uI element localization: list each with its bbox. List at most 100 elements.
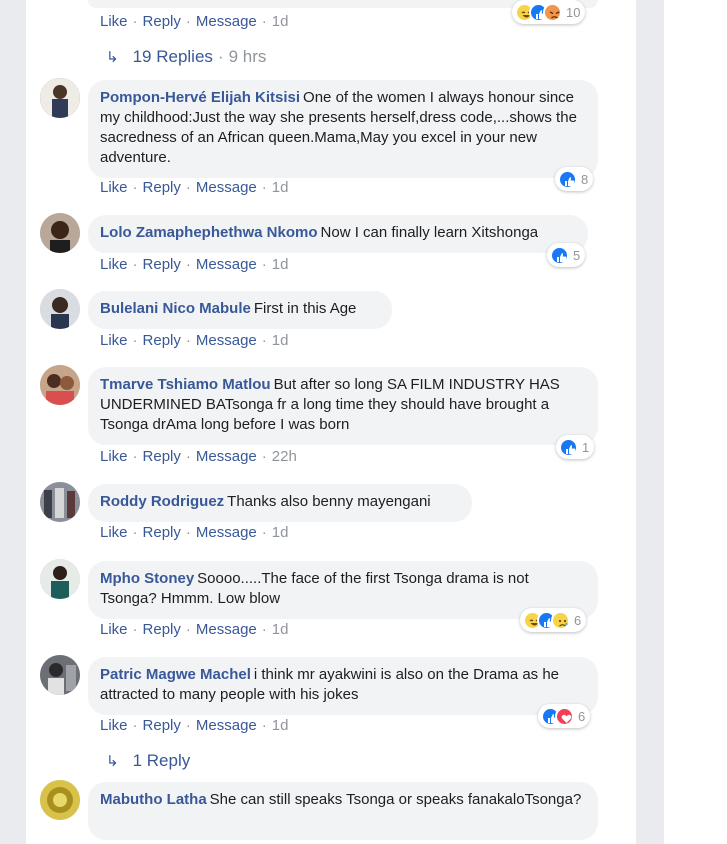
- like-link[interactable]: Like: [100, 332, 128, 349]
- reply-link[interactable]: Reply: [143, 717, 181, 734]
- avatar-photo: [40, 365, 80, 405]
- avatar[interactable]: [40, 655, 80, 695]
- avatar[interactable]: [40, 289, 80, 329]
- avatar[interactable]: [40, 780, 80, 820]
- reaction-count: 10: [566, 4, 581, 20]
- like-link[interactable]: Like: [100, 179, 128, 196]
- reply-link[interactable]: Reply: [143, 256, 181, 273]
- avatar-photo: [40, 289, 80, 329]
- avatar[interactable]: [40, 213, 80, 253]
- like-link[interactable]: Like: [100, 256, 128, 273]
- sad-icon: [551, 610, 570, 630]
- comment-bubble: Pompon-Hervé Elijah Kitsisi One of the wo…: [88, 80, 598, 178]
- comment-author[interactable]: Lolo Zamaphephethwa Nkomo: [100, 224, 318, 241]
- reaction-count: 5: [573, 247, 581, 263]
- reaction-count: 8: [581, 171, 589, 187]
- comment-bubble: Lolo Zamaphephethwa Nkomo Now I can final…: [88, 215, 588, 253]
- like-link[interactable]: Like: [100, 524, 128, 541]
- comment-actions: Like · Reply · Message · 1d: [100, 717, 289, 734]
- avatar[interactable]: [40, 78, 80, 118]
- comment-actions: Like · Reply · Message · 1d: [100, 13, 289, 30]
- timestamp[interactable]: 22h: [272, 448, 297, 465]
- avatar-photo: [40, 655, 80, 695]
- message-link[interactable]: Message: [196, 179, 257, 196]
- comment-author[interactable]: Roddy Rodriguez: [100, 493, 224, 510]
- avatar[interactable]: [40, 365, 80, 405]
- timestamp[interactable]: 1d: [272, 524, 289, 541]
- avatar-photo: [40, 780, 80, 820]
- reply-link[interactable]: Reply: [143, 13, 181, 30]
- comment-actions: Like · Reply · Message · 1d: [100, 524, 289, 541]
- comment-text: Thanks also benny mayengani: [227, 493, 431, 510]
- reaction-count: 6: [578, 708, 586, 724]
- comment-bubble: Mabutho Latha She can still speaks Tsonga…: [88, 782, 598, 840]
- timestamp[interactable]: 1d: [272, 332, 289, 349]
- reply-link[interactable]: Reply: [143, 621, 181, 638]
- view-replies-link[interactable]: ↳ 19 Replies · 9 hrs: [106, 46, 266, 68]
- reaction-summary[interactable]: 6: [520, 608, 587, 632]
- comment-bubble: Tmarve Tshiamo Matlou But after so long S…: [88, 367, 598, 445]
- love-icon: [555, 706, 574, 726]
- angry-icon: [543, 2, 562, 22]
- message-link[interactable]: Message: [196, 717, 257, 734]
- reaction-summary[interactable]: 10: [512, 0, 586, 24]
- comment-bubble: Mpho Stoney Soooo.....The face of the fir…: [88, 561, 598, 619]
- reaction-summary[interactable]: 6: [538, 704, 591, 728]
- comment-author[interactable]: Mpho Stoney: [100, 570, 194, 587]
- comment-author[interactable]: Pompon-Hervé Elijah Kitsisi: [100, 89, 300, 106]
- avatar-photo: [40, 78, 80, 118]
- timestamp[interactable]: 1d: [272, 256, 289, 273]
- like-link[interactable]: Like: [100, 448, 128, 465]
- like-icon: [550, 245, 569, 265]
- like-icon: [558, 169, 577, 189]
- comment-bubble: Patric Magwe Machel i think mr ayakwini i…: [88, 657, 598, 715]
- like-icon: [559, 437, 578, 457]
- comment-text: She can still speaks Tsonga or speaks fa…: [209, 791, 582, 808]
- avatar[interactable]: [40, 559, 80, 599]
- replies-count[interactable]: 19 Replies: [133, 47, 213, 66]
- comment-author[interactable]: Patric Magwe Machel: [100, 666, 251, 683]
- timestamp[interactable]: 1d: [272, 179, 289, 196]
- avatar-photo: [40, 559, 80, 599]
- like-link[interactable]: Like: [100, 13, 128, 30]
- timestamp[interactable]: 1d: [272, 13, 289, 30]
- reaction-count: 6: [574, 612, 582, 628]
- page-gutter: [636, 0, 664, 844]
- reply-link[interactable]: Reply: [143, 524, 181, 541]
- message-link[interactable]: Message: [196, 621, 257, 638]
- reaction-summary[interactable]: 8: [555, 167, 594, 191]
- avatar-photo: [40, 213, 80, 253]
- message-link[interactable]: Message: [196, 256, 257, 273]
- avatar-photo: [40, 482, 80, 522]
- comment-text: Now I can finally learn Xitshonga: [320, 224, 539, 241]
- like-link[interactable]: Like: [100, 621, 128, 638]
- reaction-summary[interactable]: 5: [547, 243, 586, 267]
- comment-author[interactable]: Tmarve Tshiamo Matlou: [100, 376, 271, 393]
- avatar[interactable]: [40, 482, 80, 522]
- right-column: [664, 0, 727, 844]
- timestamp[interactable]: 1d: [272, 621, 289, 638]
- comment-text: First in this Age: [253, 300, 357, 317]
- message-link[interactable]: Message: [196, 524, 257, 541]
- message-link[interactable]: Message: [196, 13, 257, 30]
- reply-arrow-icon: ↳: [106, 49, 119, 66]
- timestamp[interactable]: 1d: [272, 717, 289, 734]
- like-link[interactable]: Like: [100, 717, 128, 734]
- message-link[interactable]: Message: [196, 448, 257, 465]
- replies-count[interactable]: 1 Reply: [133, 751, 191, 770]
- comment-author[interactable]: Mabutho Latha: [100, 791, 207, 808]
- comment-author[interactable]: Bulelani Nico Mabule: [100, 300, 251, 317]
- comment-actions: Like · Reply · Message · 1d: [100, 256, 289, 273]
- reply-link[interactable]: Reply: [143, 332, 181, 349]
- reply-link[interactable]: Reply: [143, 448, 181, 465]
- comment-bubble: Bulelani Nico Mabule First in this Age: [88, 291, 392, 329]
- reply-arrow-icon: ↳: [106, 753, 119, 770]
- reply-link[interactable]: Reply: [143, 179, 181, 196]
- comment-actions: Like · Reply · Message · 1d: [100, 621, 289, 638]
- comment-bubble: Roddy Rodriguez Thanks also benny mayenga…: [88, 484, 472, 522]
- message-link[interactable]: Message: [196, 332, 257, 349]
- reaction-count: 1: [582, 439, 590, 455]
- reaction-summary[interactable]: 1: [556, 435, 595, 459]
- view-replies-link[interactable]: ↳ 1 Reply: [106, 750, 190, 772]
- replies-time: 9 hrs: [228, 47, 267, 66]
